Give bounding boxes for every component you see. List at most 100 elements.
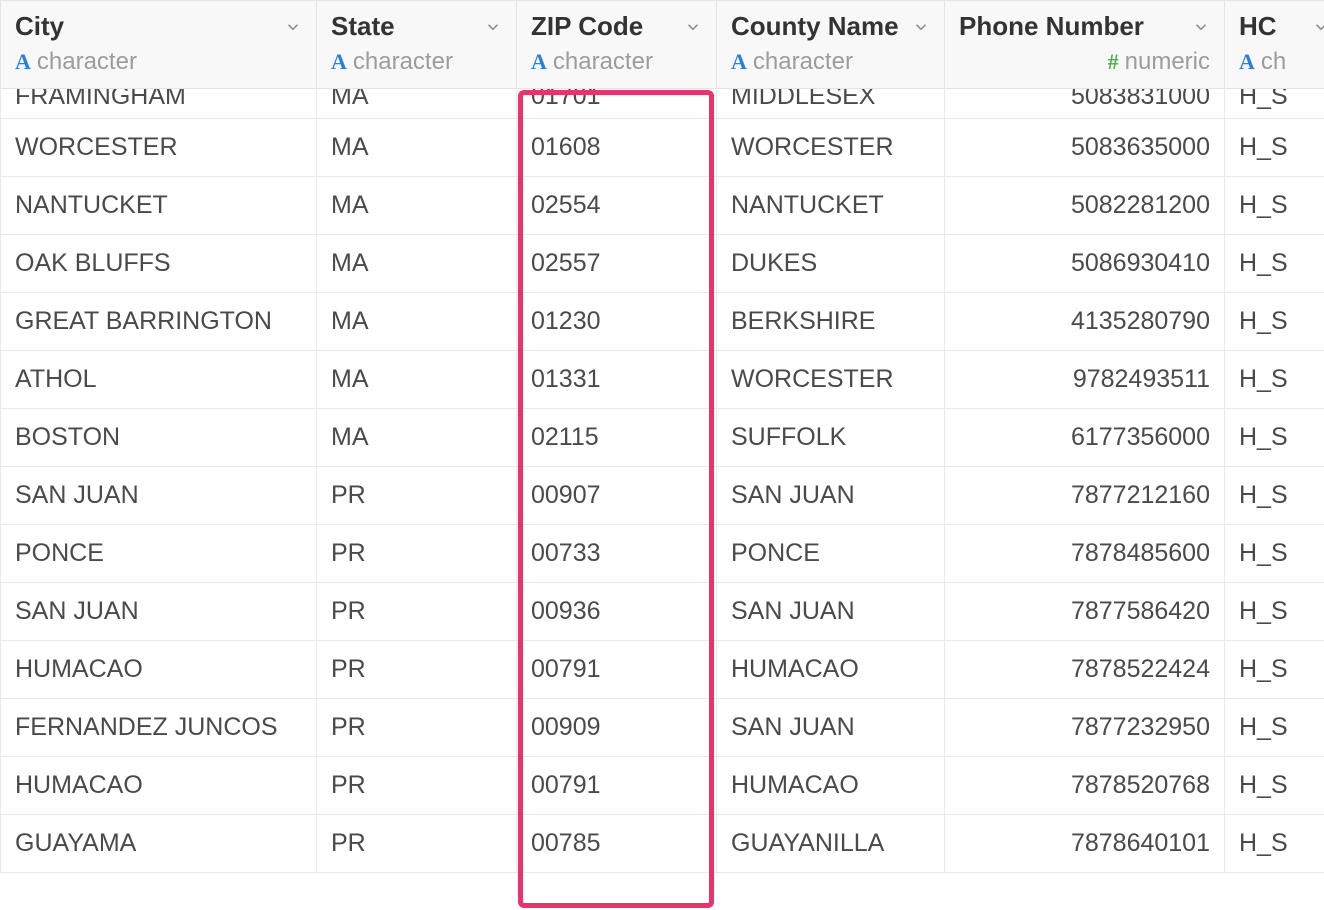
cell-hc[interactable]: H_S (1225, 89, 1324, 119)
chevron-down-icon[interactable] (1312, 18, 1324, 36)
chevron-down-icon[interactable] (912, 18, 930, 36)
cell-zip[interactable]: 02557 (517, 235, 717, 293)
cell-county[interactable]: GUAYANILLA (717, 815, 945, 873)
table-row[interactable]: GUAYAMAPR00785GUAYANILLA7878640101H_S (1, 815, 1324, 873)
cell-zip[interactable]: 00936 (517, 583, 717, 641)
cell-county[interactable]: SUFFOLK (717, 409, 945, 467)
cell-state[interactable]: MA (317, 177, 517, 235)
cell-zip[interactable]: 01701 (517, 89, 717, 119)
cell-city[interactable]: GREAT BARRINGTON (1, 293, 317, 351)
cell-phone[interactable]: 7878485600 (945, 525, 1225, 583)
cell-zip[interactable]: 02115 (517, 409, 717, 467)
cell-hc[interactable]: H_S (1225, 699, 1324, 757)
cell-county[interactable]: SAN JUAN (717, 583, 945, 641)
cell-phone[interactable]: 7878640101 (945, 815, 1225, 873)
table-row[interactable]: OAK BLUFFSMA02557DUKES5086930410H_S (1, 235, 1324, 293)
cell-hc[interactable]: H_S (1225, 293, 1324, 351)
table-row[interactable]: HUMACAOPR00791HUMACAO7878522424H_S (1, 641, 1324, 699)
cell-city[interactable]: OAK BLUFFS (1, 235, 317, 293)
table-row[interactable]: SAN JUANPR00936SAN JUAN7877586420H_S (1, 583, 1324, 641)
cell-phone[interactable]: 7877586420 (945, 583, 1225, 641)
cell-state[interactable]: PR (317, 467, 517, 525)
table-row[interactable]: WORCESTERMA01608WORCESTER5083635000H_S (1, 119, 1324, 177)
cell-state[interactable]: MA (317, 409, 517, 467)
cell-phone[interactable]: 5086930410 (945, 235, 1225, 293)
column-header-state[interactable]: StateAcharacter (317, 1, 517, 89)
cell-hc[interactable]: H_S (1225, 583, 1324, 641)
cell-hc[interactable]: H_S (1225, 815, 1324, 873)
cell-city[interactable]: HUMACAO (1, 641, 317, 699)
cell-hc[interactable]: H_S (1225, 641, 1324, 699)
table-row[interactable]: ATHOLMA01331WORCESTER9782493511H_S (1, 351, 1324, 409)
cell-hc[interactable]: H_S (1225, 177, 1324, 235)
cell-zip[interactable]: 02554 (517, 177, 717, 235)
cell-state[interactable]: MA (317, 119, 517, 177)
cell-city[interactable]: GUAYAMA (1, 815, 317, 873)
cell-hc[interactable]: H_S (1225, 757, 1324, 815)
cell-city[interactable]: HUMACAO (1, 757, 317, 815)
cell-city[interactable]: FERNANDEZ JUNCOS (1, 699, 317, 757)
cell-city[interactable]: SAN JUAN (1, 583, 317, 641)
cell-county[interactable]: BERKSHIRE (717, 293, 945, 351)
cell-phone[interactable]: 9782493511 (945, 351, 1225, 409)
cell-phone[interactable]: 6177356000 (945, 409, 1225, 467)
cell-county[interactable]: SAN JUAN (717, 699, 945, 757)
cell-zip[interactable]: 01230 (517, 293, 717, 351)
cell-county[interactable]: NANTUCKET (717, 177, 945, 235)
column-header-county[interactable]: County NameAcharacter (717, 1, 945, 89)
cell-county[interactable]: WORCESTER (717, 351, 945, 409)
cell-hc[interactable]: H_S (1225, 351, 1324, 409)
cell-county[interactable]: HUMACAO (717, 757, 945, 815)
cell-hc[interactable]: H_S (1225, 409, 1324, 467)
table-row[interactable]: NANTUCKETMA02554NANTUCKET5082281200H_S (1, 177, 1324, 235)
cell-state[interactable]: PR (317, 583, 517, 641)
cell-hc[interactable]: H_S (1225, 467, 1324, 525)
cell-phone[interactable]: 5083635000 (945, 119, 1225, 177)
cell-phone[interactable]: 4135280790 (945, 293, 1225, 351)
chevron-down-icon[interactable] (1192, 18, 1210, 36)
cell-city[interactable]: ATHOL (1, 351, 317, 409)
cell-state[interactable]: PR (317, 815, 517, 873)
cell-state[interactable]: PR (317, 525, 517, 583)
cell-phone[interactable]: 7877212160 (945, 467, 1225, 525)
cell-zip[interactable]: 00907 (517, 467, 717, 525)
cell-city[interactable]: NANTUCKET (1, 177, 317, 235)
cell-city[interactable]: SAN JUAN (1, 467, 317, 525)
table-row[interactable]: FERNANDEZ JUNCOSPR00909SAN JUAN787723295… (1, 699, 1324, 757)
cell-city[interactable]: PONCE (1, 525, 317, 583)
column-header-hc[interactable]: HCAch (1225, 1, 1324, 89)
cell-hc[interactable]: H_S (1225, 119, 1324, 177)
cell-county[interactable]: PONCE (717, 525, 945, 583)
cell-phone[interactable]: 7877232950 (945, 699, 1225, 757)
table-row[interactable]: PONCEPR00733PONCE7878485600H_S (1, 525, 1324, 583)
table-row[interactable]: HUMACAOPR00791HUMACAO7878520768H_S (1, 757, 1324, 815)
cell-city[interactable]: WORCESTER (1, 119, 317, 177)
table-row[interactable]: SAN JUANPR00907SAN JUAN7877212160H_S (1, 467, 1324, 525)
cell-hc[interactable]: H_S (1225, 235, 1324, 293)
cell-zip[interactable]: 00791 (517, 757, 717, 815)
table-row[interactable]: BOSTONMA02115SUFFOLK6177356000H_S (1, 409, 1324, 467)
column-header-phone[interactable]: Phone Number#numeric (945, 1, 1225, 89)
cell-city[interactable]: BOSTON (1, 409, 317, 467)
cell-state[interactable]: MA (317, 89, 517, 119)
cell-city[interactable]: FRAMINGHAM (1, 89, 317, 119)
cell-county[interactable]: WORCESTER (717, 119, 945, 177)
chevron-down-icon[interactable] (684, 18, 702, 36)
cell-zip[interactable]: 01331 (517, 351, 717, 409)
cell-zip[interactable]: 00733 (517, 525, 717, 583)
cell-phone[interactable]: 7878520768 (945, 757, 1225, 815)
column-header-zip[interactable]: ZIP CodeAcharacter (517, 1, 717, 89)
table-row[interactable]: GREAT BARRINGTONMA01230BERKSHIRE41352807… (1, 293, 1324, 351)
cell-state[interactable]: MA (317, 235, 517, 293)
cell-county[interactable]: DUKES (717, 235, 945, 293)
chevron-down-icon[interactable] (284, 18, 302, 36)
cell-phone[interactable]: 5083831000 (945, 89, 1225, 119)
cell-county[interactable]: SAN JUAN (717, 467, 945, 525)
cell-county[interactable]: MIDDLESEX (717, 89, 945, 119)
cell-zip[interactable]: 00909 (517, 699, 717, 757)
cell-state[interactable]: PR (317, 757, 517, 815)
column-header-city[interactable]: CityAcharacter (1, 1, 317, 89)
cell-zip[interactable]: 00785 (517, 815, 717, 873)
table-row[interactable]: FRAMINGHAMMA01701MIDDLESEX5083831000H_S (1, 89, 1324, 119)
cell-state[interactable]: PR (317, 699, 517, 757)
